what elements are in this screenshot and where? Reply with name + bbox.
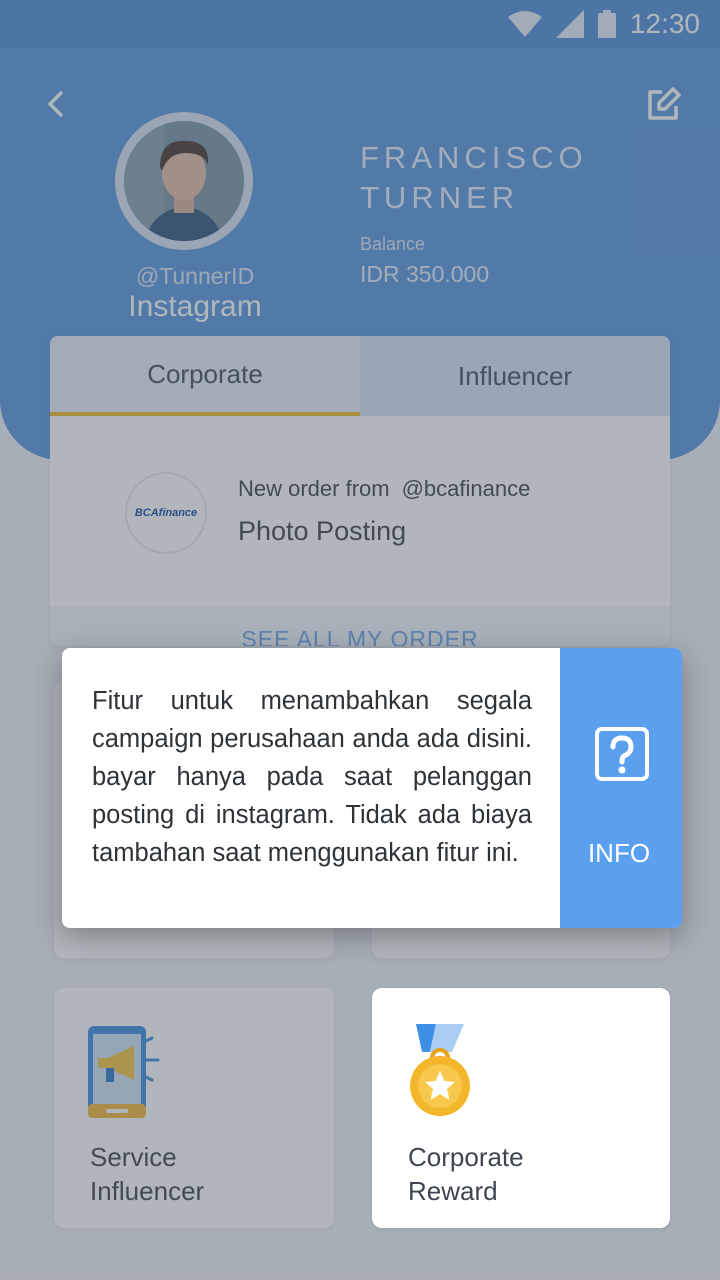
card-label-line: Reward <box>408 1176 498 1206</box>
corporate-reward-label: Corporate Reward <box>408 1140 524 1208</box>
medal-icon <box>410 1024 470 1116</box>
card-label-line: Corporate <box>408 1142 524 1172</box>
info-label: INFO <box>587 838 651 868</box>
question-icon <box>595 727 649 781</box>
info-text: Fitur untuk menambahkan segala campaign … <box>92 687 532 867</box>
info-panel[interactable]: INFO <box>560 648 682 928</box>
info-tooltip: Fitur untuk menambahkan segala campaign … <box>62 648 682 928</box>
corporate-reward-card[interactable]: Corporate Reward <box>372 988 670 1228</box>
